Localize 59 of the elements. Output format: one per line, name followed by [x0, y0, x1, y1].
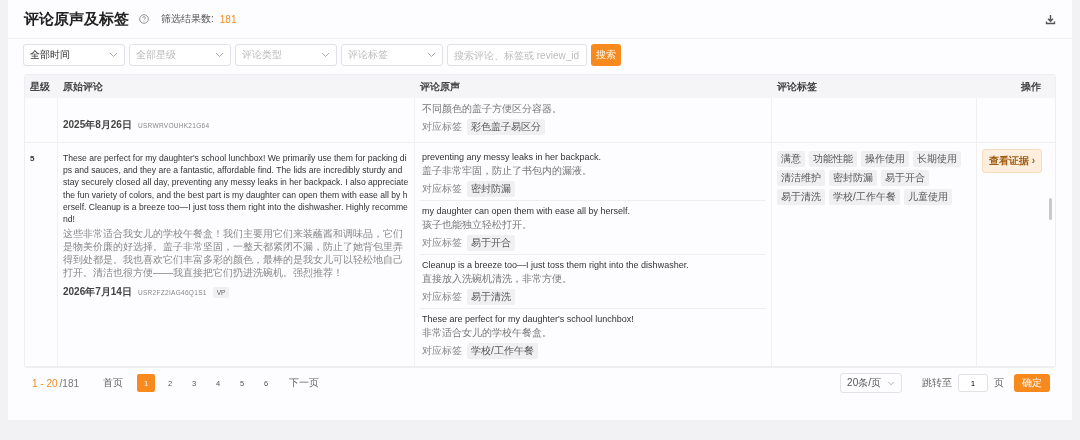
review-translation: 这些非常适合我女儿的学校午餐盒！我们主要用它们来装蘸酱和调味品，它们是物美价廉的好选择。盖子非常坚固，一整天都紧闭不漏，防止了她背包里弄得到处都是。我也喜欢它们丰富多彩的颜色，最棒的是我女儿可以轻松地自己打开。清洁也很方便——我直接把它们扔进洗碗机。强烈推荐！ [63, 227, 404, 280]
page-size-dropdown[interactable]: 20条/页 [840, 373, 902, 393]
tag-chip: 易于清洗 [467, 289, 515, 305]
review-text: These are perfect for my daughter's school lunchbox! We primarily use them for packing dips and sauces, and they are a fantastic, affordable find. The lids are incredibly sturdy and stay securely closed all day, preventing any messy leaks in her backpack. I also appreciate the fun variety of colors, and the best part is my daughter can open them with ease all by herself. Cleanup is a breeze too—I just toss them right into the dishwasher. Highly recommend! [63, 152, 409, 226]
help-icon[interactable] [139, 14, 149, 24]
tag-label: 对应标签 [422, 236, 462, 250]
tag-chip: 易于清洗 [777, 189, 825, 205]
tag-chip: 满意 [777, 151, 805, 167]
tag-chip: 功能性能 [809, 151, 857, 167]
tag-chip: 学校/工作午餐 [829, 189, 900, 205]
column-header: 星级 [29, 79, 51, 94]
chevron-down-icon [215, 52, 224, 58]
review-date: 2026年7月14日 [63, 285, 132, 300]
tag-chip: 彩色盖子易区分 [467, 119, 545, 135]
voice-translation: 孩子也能独立轻松打开。 [422, 218, 533, 232]
next-page-link[interactable]: 下一页 [289, 376, 320, 390]
tag-label: 对应标签 [422, 120, 462, 134]
page-jump-field[interactable]: 1 [958, 374, 988, 392]
first-page-link[interactable]: 首页 [103, 376, 124, 390]
tag-chip: 学校/工作午餐 [467, 343, 538, 359]
tag-label: 对应标签 [422, 344, 462, 358]
tag-chip: 操作使用 [861, 151, 909, 167]
column-header: 评论原声 [419, 79, 461, 94]
result-count: 181 [219, 13, 237, 25]
filter-dropdown[interactable]: 全部时间 [23, 44, 125, 66]
tag-chip: 密封防漏 [467, 181, 515, 197]
rating-value: 5 [30, 154, 35, 163]
view-evidence-button[interactable]: 查看证据 › [982, 149, 1043, 173]
jump-label: 跳转至 [922, 376, 952, 390]
tag-chip: 清洁维护 [777, 170, 825, 186]
voice-translation: 非常适合女儿的学校午餐盒。 [422, 326, 553, 340]
chevron-down-icon [109, 52, 118, 58]
page-title: 评论原声及标签 [24, 9, 129, 29]
page-range: 1 - 20 [32, 377, 58, 389]
tag-label: 对应标签 [422, 290, 462, 304]
voice-quote: my daughter can open them with ease all by herself. [422, 206, 632, 216]
voice-translation: 直接放入洗碗机清洗，非常方便。 [422, 272, 573, 286]
tag-chip: 儿童使用 [903, 189, 952, 205]
voice-translation: 不同颜色的盖子方便区分容器。 [422, 102, 563, 116]
download-icon[interactable] [1045, 13, 1056, 25]
tag-label: 对应标签 [422, 182, 462, 196]
column-header: 原始评论 [62, 79, 104, 94]
voice-translation: 盖子非常牢固，防止了书包内的漏液。 [422, 164, 593, 178]
chevron-down-icon [887, 380, 895, 386]
chevron-down-icon [427, 52, 436, 58]
tag-chip: 长期使用 [913, 151, 961, 167]
page-unit-label: 页 [994, 376, 1004, 390]
column-header: 评论标签 [776, 79, 818, 94]
review-date: 2025年8月26日 [63, 118, 132, 132]
total-count: /181 [59, 377, 80, 389]
tag-chip: 易于开合 [467, 235, 515, 251]
result-count-label: 筛选结果数: [161, 12, 214, 26]
tag-chip: 密封防漏 [829, 170, 877, 186]
voice-quote: These are perfect for my daughter's school lunchbox! [422, 314, 635, 324]
tag-chip: 易于开合 [881, 170, 929, 186]
column-header: 操作 [1020, 79, 1042, 94]
voice-quote: preventing any messy leaks in her backpack. [422, 152, 603, 162]
chevron-down-icon [321, 52, 330, 58]
voice-quote: Cleanup is a breeze too—I just toss them right into the dishwasher. [422, 260, 690, 270]
